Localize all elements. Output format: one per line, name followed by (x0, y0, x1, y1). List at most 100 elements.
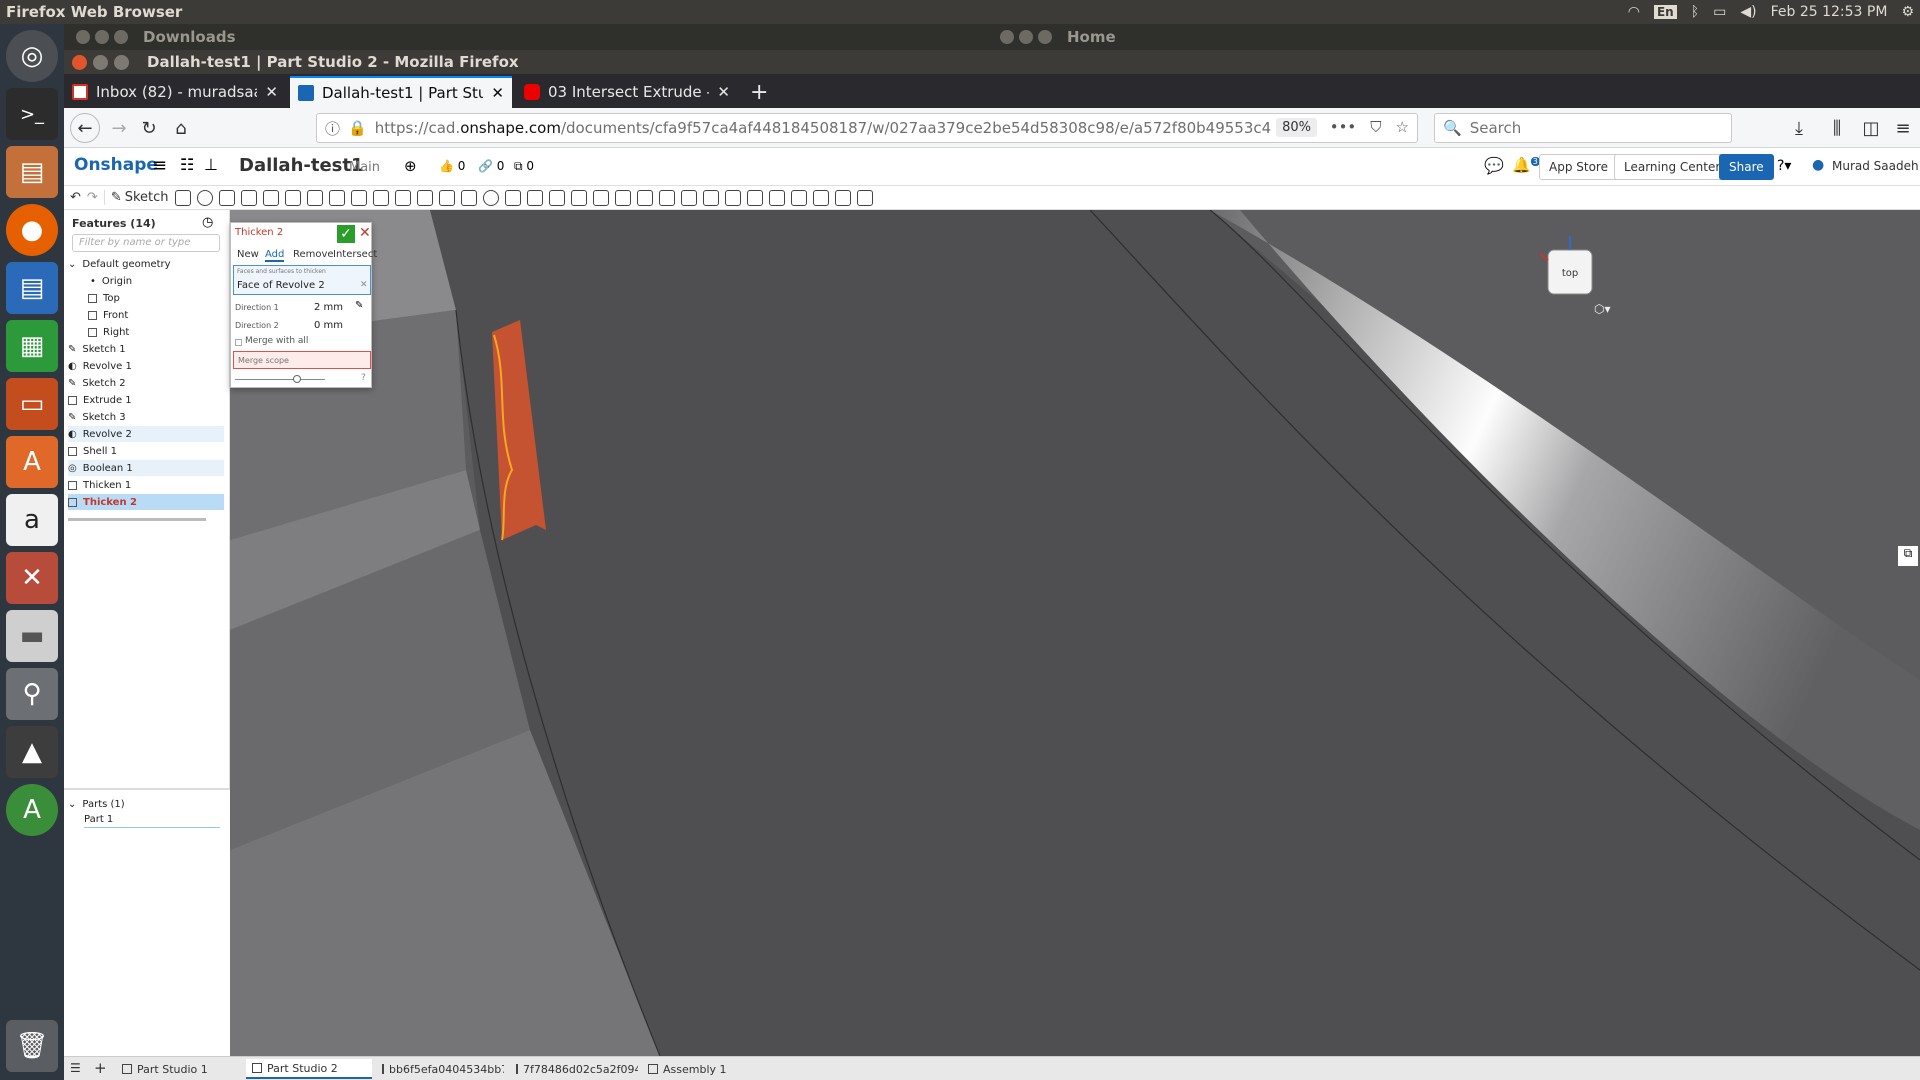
download-icon[interactable]: ⤓ (1786, 115, 1812, 141)
tab-intersect[interactable]: Intersect (333, 249, 377, 260)
document-name[interactable]: Dallah-test1 (239, 155, 364, 176)
trim-icon[interactable] (834, 189, 851, 206)
feature-item[interactable]: ◐ Revolve 2 (68, 426, 224, 442)
learning-center-button[interactable]: Learning Center (1614, 154, 1731, 180)
copy-icon[interactable]: ⧉ 0 (514, 159, 534, 174)
revolve-icon[interactable] (196, 189, 213, 206)
helix-icon[interactable] (746, 189, 763, 206)
close-tab-icon[interactable]: ✕ (491, 84, 504, 102)
trash-icon[interactable]: 🗑 (6, 1020, 58, 1072)
faces-field[interactable]: Faces and surfaces to thicken Face of Re… (233, 265, 371, 295)
direction1-value[interactable]: 2 mm (313, 302, 343, 313)
tab-new[interactable]: New (237, 249, 259, 260)
like-icon[interactable]: 👍 0 (439, 159, 465, 173)
linear-pattern-icon[interactable] (438, 189, 455, 206)
move-face-icon[interactable] (614, 189, 631, 206)
app-store-button[interactable]: App Store (1539, 154, 1618, 180)
share-button[interactable]: Share (1719, 154, 1774, 180)
home-window[interactable]: Home (1000, 24, 1116, 50)
undo-icon[interactable]: ↶ (70, 190, 81, 205)
keyboard-layout-indicator[interactable]: En (1653, 5, 1677, 19)
disk-icon[interactable]: ▬ (6, 610, 58, 662)
3d-model-view[interactable]: top (230, 210, 1920, 1056)
split-icon[interactable] (504, 189, 521, 206)
window-maximize-button[interactable] (114, 54, 129, 70)
url-bar[interactable]: ⓘ 🔒 https://cad.onshape.com/documents/cf… (316, 113, 1418, 143)
feature-item[interactable]: ✎ Sketch 1 (68, 341, 224, 357)
graphics-viewport[interactable]: top ⬡▾ ⧉ (230, 210, 1920, 1056)
add-tab-icon[interactable]: + (94, 1059, 107, 1077)
search-box[interactable]: 🔍 Search (1434, 113, 1732, 143)
sketch-button[interactable]: ✎ Sketch (103, 190, 169, 205)
impress-icon[interactable]: ▭ (6, 378, 58, 430)
feature-item[interactable]: Front (68, 307, 224, 323)
volume-icon[interactable]: ◀) (1740, 4, 1756, 20)
clock[interactable]: Feb 25 12:53 PM (1771, 4, 1888, 20)
mirror-icon[interactable] (460, 189, 477, 206)
feature-filter-input[interactable]: Filter by name or type (72, 234, 220, 252)
cancel-x-button[interactable]: ✕ (359, 225, 371, 241)
frame-icon[interactable] (790, 189, 807, 206)
files-icon[interactable]: ▤ (6, 146, 58, 198)
feature-item-selected[interactable]: Thicken 2 (68, 494, 224, 510)
tab-gmail[interactable]: Inbox (82) - muradsaadeh ✕ (64, 76, 286, 108)
menu-icon[interactable]: ≡ (1890, 115, 1916, 141)
tab-part-studio-2[interactable]: Part Studio 2 (246, 1059, 372, 1079)
usb-drive-icon[interactable]: ⚲ (6, 668, 58, 720)
versions-icon[interactable]: ☷ (180, 155, 194, 174)
forward-icon[interactable]: → (106, 115, 132, 141)
feature-item[interactable]: ⌄ Default geometry (68, 256, 224, 272)
zoom-level[interactable]: 80% (1276, 118, 1317, 137)
feature-item[interactable]: Right (68, 324, 224, 340)
replace-face-icon[interactable] (636, 189, 653, 206)
tab-onshape[interactable]: Dallah-test1 | Part Studio 2 ✕ (290, 76, 512, 108)
delete-face-icon[interactable] (592, 189, 609, 206)
fill-icon[interactable] (680, 189, 697, 206)
insert-icon[interactable]: ⊥ (204, 155, 218, 174)
link-icon[interactable]: 🔗 0 (478, 159, 504, 173)
shell-icon[interactable] (394, 189, 411, 206)
clear-selection-icon[interactable]: ✕ (360, 280, 368, 290)
firefox-icon[interactable]: ● (6, 204, 58, 256)
chevron-down-icon[interactable]: ⌄ (68, 799, 76, 810)
close-tab-icon[interactable]: ✕ (717, 83, 730, 101)
public-globe-icon[interactable]: ⊕ (404, 157, 417, 175)
help-icon[interactable]: ? (361, 373, 366, 383)
library-icon[interactable]: ⫼ (1824, 115, 1850, 141)
writer-icon[interactable]: ▤ (6, 262, 58, 314)
feature-item[interactable]: Thicken 1 (68, 477, 224, 493)
page-actions-icon[interactable]: ••• (1330, 118, 1357, 136)
ubuntu-dash-icon[interactable]: ◎ (6, 30, 58, 82)
parts-header[interactable]: ⌄ Parts (1) (68, 796, 224, 812)
settings-gear-icon[interactable]: ⚙ (1901, 4, 1914, 20)
transform-icon[interactable] (526, 189, 543, 206)
feature-item[interactable]: ✎ Sketch 2 (68, 375, 224, 391)
mate-connector-icon[interactable] (724, 189, 741, 206)
system-settings-icon[interactable]: ✕ (6, 552, 58, 604)
rollback-clock-icon[interactable]: ◷ (202, 215, 213, 230)
hole-icon[interactable] (416, 189, 433, 206)
terminal-icon[interactable]: >_ (6, 88, 58, 140)
loft-icon[interactable] (240, 189, 257, 206)
feature-item[interactable]: ◎ Boolean 1 (68, 460, 224, 476)
feature-item[interactable]: ◐ Revolve 1 (68, 358, 224, 374)
feature-item[interactable]: Extrude 1 (68, 392, 224, 408)
tab-youtube[interactable]: 03 Intersect Extrude - YouTube ✕ (516, 76, 738, 108)
user-avatar-icon[interactable]: ● (1812, 157, 1824, 173)
accept-check-button[interactable]: ✓ (337, 225, 355, 243)
chamfer-icon[interactable] (328, 189, 345, 206)
direction2-value[interactable]: 0 mm (313, 320, 343, 331)
reload-icon[interactable]: ↻ (136, 115, 162, 141)
delete-part-icon[interactable] (548, 189, 565, 206)
mate-panel-icon[interactable]: ⧉ (1898, 546, 1918, 566)
draft-icon[interactable] (350, 189, 367, 206)
plane-icon[interactable] (174, 189, 191, 206)
view-options-icon[interactable]: ⬡▾ (1594, 302, 1611, 316)
inkscape-icon[interactable]: ▲ (6, 726, 58, 778)
fillet-icon[interactable] (306, 189, 323, 206)
info-icon[interactable]: ⓘ (325, 118, 340, 139)
rollback-bar[interactable] (68, 518, 206, 521)
flip-direction-icon[interactable]: ✎ (355, 300, 363, 311)
user-menu[interactable]: Murad Saadeh (1832, 159, 1919, 173)
notifications-icon[interactable]: 🔔 3 (1512, 156, 1540, 174)
